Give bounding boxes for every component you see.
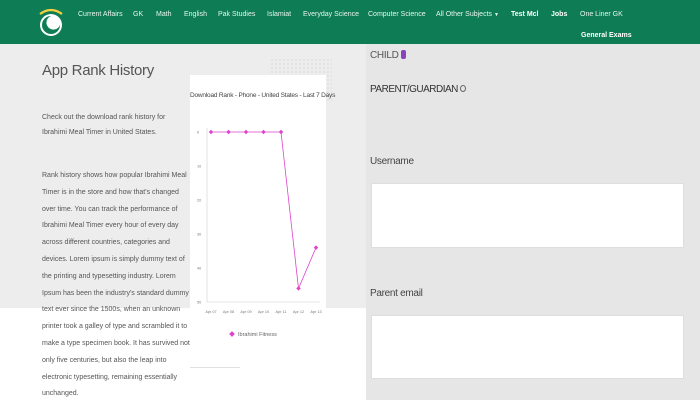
chart-title: Download Rank - Phone - United States - … [190, 92, 336, 99]
site-logo[interactable] [34, 6, 68, 38]
nav-all-other-subjects[interactable]: All Other Subjects ▼ [436, 11, 499, 18]
x-tick-label: Apr 09 [240, 310, 251, 314]
y-tick-label: 20 [197, 199, 201, 203]
data-point [243, 129, 249, 135]
y-tick-label: 10 [197, 165, 201, 169]
nav-one-liner-gk[interactable]: One Liner GK [580, 11, 623, 18]
nav-jobs[interactable]: Jobs [551, 11, 567, 18]
legend-marker-icon [229, 331, 235, 337]
x-tick-label: Apr 10 [258, 310, 269, 314]
nav-general-exams[interactable]: General Exams [581, 32, 632, 39]
nav-computer-science[interactable]: Computer Science [368, 11, 426, 18]
child-icon [400, 50, 406, 59]
x-tick-label: Apr 07 [205, 310, 216, 314]
parent-guardian-option[interactable]: PARENT/GUARDIAN [370, 84, 466, 95]
y-tick-label: 30 [197, 233, 201, 237]
rank-line-chart: 0 10 20 30 40 50 Apr 07 Apr 08 Apr 09 Apr 10 Apr 1… [197, 128, 322, 314]
rank-history-intro: Check out the download rank history for … [42, 114, 166, 136]
rank-chart-card: 0 10 20 30 40 50 Apr 07 Apr 08 Apr 09 Apr 10 Apr 1… [190, 75, 336, 371]
parent-radio-icon [459, 85, 466, 92]
x-tick-label: Apr 11 [276, 310, 287, 314]
legend-label: Ibrahimi Fitness [238, 332, 277, 338]
nav-everyday-science[interactable]: Everyday Science [303, 11, 359, 18]
data-point [313, 245, 319, 250]
username-input[interactable] [371, 183, 684, 248]
data-point [208, 129, 214, 135]
username-label: Username [370, 156, 414, 167]
nav-current-affairs[interactable]: Current Affairs [78, 11, 123, 18]
chart-card-divider [190, 367, 240, 368]
parent-email-input[interactable] [371, 315, 684, 379]
y-tick-label: 0 [197, 131, 199, 135]
child-option[interactable]: CHILD [370, 50, 406, 61]
chart-legend[interactable]: Ibrahimi Fitness [229, 331, 277, 338]
parent-guardian-label: PARENT/GUARDIAN [370, 84, 458, 95]
rank-history-title: App Rank History [42, 62, 154, 79]
nav-test-mcl[interactable]: Test Mcl [511, 11, 539, 18]
caret-down-icon: ▼ [494, 12, 499, 18]
nav-english[interactable]: English [184, 11, 207, 18]
nav-gk[interactable]: GK [133, 11, 143, 18]
nav-all-other-subjects-label: All Other Subjects [436, 11, 493, 18]
series-line [211, 131, 317, 290]
rank-history-description: Rank history shows how popular Ibrahimi … [42, 172, 190, 398]
top-navbar: Current Affairs GK Math English Pak Stud… [0, 0, 700, 44]
data-point [278, 129, 284, 135]
nav-pak-studies[interactable]: Pak Studies [218, 11, 255, 18]
nav-islamiat[interactable]: Islamiat [267, 11, 291, 18]
x-tick-label: Apr 13 [310, 310, 321, 314]
parent-email-label: Parent email [370, 288, 423, 299]
child-label: CHILD [370, 50, 399, 61]
y-tick-label: 50 [197, 301, 201, 305]
nav-math[interactable]: Math [156, 11, 172, 18]
y-tick-label: 40 [197, 267, 201, 271]
x-tick-label: Apr 08 [223, 310, 234, 314]
data-point [226, 129, 231, 135]
data-point [296, 286, 301, 291]
data-point [261, 129, 266, 135]
x-tick-label: Apr 12 [293, 310, 304, 314]
